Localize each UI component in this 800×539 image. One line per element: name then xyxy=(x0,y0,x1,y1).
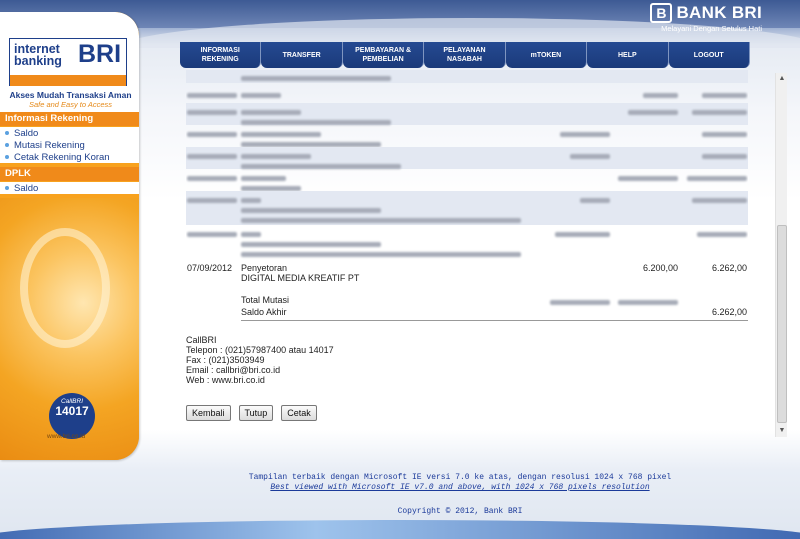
saldo-akhir-value: 6.262,00 xyxy=(711,307,747,317)
scroll-down-icon[interactable]: ▼ xyxy=(776,425,788,437)
nav-logout[interactable]: LOGOUT xyxy=(668,42,750,68)
menu-header-informasi-rekening: Informasi Rekening xyxy=(0,112,139,126)
bank-brand: B BANK BRI Melayani Dengan Setulus Hati xyxy=(650,3,762,33)
swirl-decoration xyxy=(20,228,110,348)
contact-telepon: Telepon : (021)57987400 atau 14017 xyxy=(186,345,334,355)
table-row-redacted xyxy=(186,169,748,191)
table-row-redacted xyxy=(186,83,748,103)
tagline-secondary: Safe and Easy to Access xyxy=(28,100,113,109)
menu-item-mutasi-rekening[interactable]: Mutasi Rekening xyxy=(0,139,139,151)
transaction-table: 07/09/2012 Penyetoran DIGITAL MEDIA KREA… xyxy=(186,70,748,321)
contact-info: CallBRI Telepon : (021)57987400 atau 140… xyxy=(186,335,748,385)
nav-pelayanan-nasabah[interactable]: PELAYANAN NASABAH xyxy=(424,42,506,68)
main-nav: INFORMASI REKENING TRANSFER PEMBAYARAN &… xyxy=(180,42,750,68)
total-mutasi-label: Total Mutasi xyxy=(241,295,290,305)
contact-web: Web : www.bri.co.id xyxy=(186,375,265,385)
bullet-icon xyxy=(5,186,9,190)
row-balance: 6.262,00 xyxy=(711,263,747,273)
contact-fax: Fax : (021)3503949 xyxy=(186,355,265,365)
sidebar-website: www.bri.co.id xyxy=(47,433,86,440)
row-credit: 6.200,00 xyxy=(642,263,678,273)
nav-informasi-rekening[interactable]: INFORMASI REKENING xyxy=(180,42,262,68)
bullet-icon xyxy=(5,155,9,159)
row-desc-type: Penyetoran xyxy=(241,263,288,273)
nav-pembayaran-pembelian[interactable]: PEMBAYARAN & PEMBELIAN xyxy=(342,42,425,68)
nav-mtoken[interactable]: mTOKEN xyxy=(505,42,588,68)
saldo-akhir-row: Saldo Akhir 6.262,00 xyxy=(186,307,748,319)
tagline-primary: Akses Mudah Transaksi Aman xyxy=(9,90,132,100)
footer-recommendation-en[interactable]: Best viewed with Microsoft IE v7.0 and a… xyxy=(160,483,760,492)
contact-email: Email : callbri@bri.co.id xyxy=(186,365,281,375)
total-mutasi-row: Total Mutasi xyxy=(186,295,748,307)
statement-content: 07/09/2012 Penyetoran DIGITAL MEDIA KREA… xyxy=(186,70,748,432)
table-row: 07/09/2012 Penyetoran DIGITAL MEDIA KREA… xyxy=(186,259,748,295)
menu-header-dplk: DPLK xyxy=(0,167,139,181)
action-buttons: Kembali Tutup Cetak xyxy=(186,405,748,421)
table-row-redacted xyxy=(186,125,748,147)
logo-strip xyxy=(10,75,126,86)
row-date: 07/09/2012 xyxy=(187,263,233,273)
footer-recommendation-id: Tampilan terbaik dengan Microsoft IE ver… xyxy=(248,473,672,482)
cetak-button[interactable]: Cetak xyxy=(281,405,317,421)
scroll-up-icon[interactable]: ▲ xyxy=(776,73,788,85)
table-row-redacted xyxy=(186,147,748,169)
bri-logo-icon: B xyxy=(650,3,673,23)
table-row-redacted xyxy=(186,103,748,125)
internet-banking-logo: internet banking BRI xyxy=(9,38,127,86)
bullet-icon xyxy=(5,131,9,135)
menu-item-cetak-rekening-koran[interactable]: Cetak Rekening Koran xyxy=(0,151,139,163)
brand-tagline: Melayani Dengan Setulus Hati xyxy=(661,24,762,33)
nav-help[interactable]: HELP xyxy=(587,42,669,68)
kembali-button[interactable]: Kembali xyxy=(186,405,231,421)
bottom-swoosh xyxy=(0,520,800,539)
row-desc-name: DIGITAL MEDIA KREATIF PT xyxy=(241,273,360,283)
menu-list-informasi: Saldo Mutasi Rekening Cetak Rekening Kor… xyxy=(0,127,139,163)
contact-title: CallBRI xyxy=(186,335,217,345)
table-row-redacted xyxy=(186,191,748,225)
saldo-akhir-label: Saldo Akhir xyxy=(241,307,287,317)
table-row-redacted xyxy=(186,225,748,259)
tutup-button[interactable]: Tutup xyxy=(238,405,274,421)
bullet-icon xyxy=(5,143,9,147)
nav-transfer[interactable]: TRANSFER xyxy=(261,42,343,68)
menu-item-dplk-saldo[interactable]: Saldo xyxy=(0,182,139,194)
menu-list-dplk: Saldo xyxy=(0,182,139,194)
scrollbar-thumb[interactable] xyxy=(777,225,787,423)
table-divider xyxy=(241,320,748,321)
logo-bri: BRI xyxy=(78,40,122,68)
logo-area: internet banking BRI Akses Mudah Transak… xyxy=(0,12,139,112)
callbri-badge-number: 14017 xyxy=(55,404,89,418)
logo-line2: banking xyxy=(14,54,62,68)
footer-copyright: Copyright © 2012, Bank BRI xyxy=(397,507,523,516)
brand-name: BANK BRI xyxy=(676,3,762,22)
menu-item-saldo[interactable]: Saldo xyxy=(0,127,139,139)
vertical-scrollbar[interactable]: ▲ ▼ xyxy=(775,73,787,437)
table-row-redacted xyxy=(186,70,748,83)
